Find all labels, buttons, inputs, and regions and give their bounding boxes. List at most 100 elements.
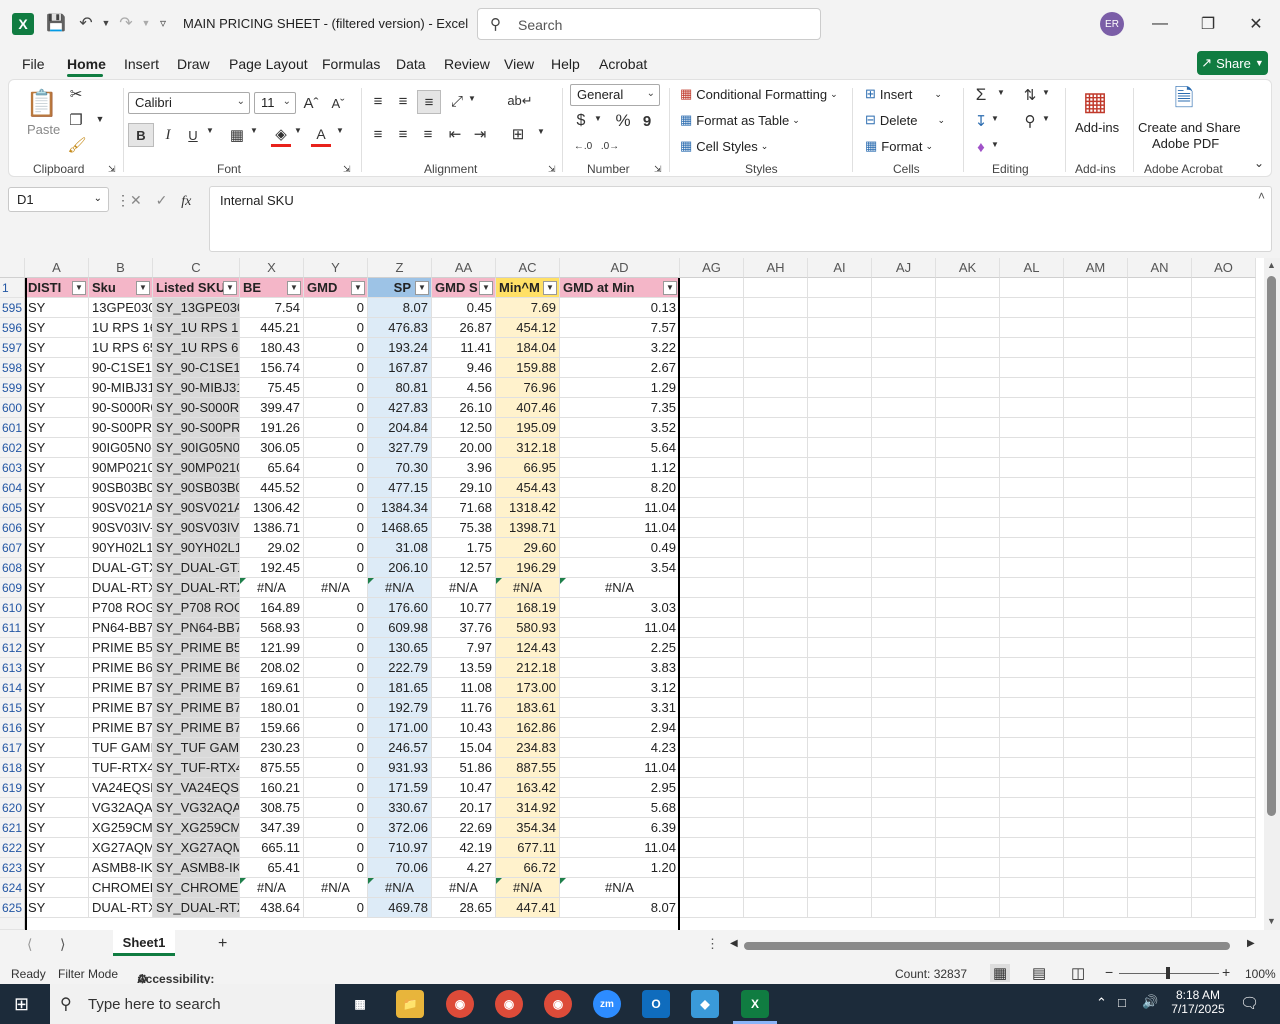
tab-insert[interactable]: Insert (124, 56, 159, 72)
empty-cell[interactable] (1000, 838, 1064, 858)
empty-cell[interactable] (744, 698, 808, 718)
empty-cell[interactable] (1000, 618, 1064, 638)
table-cell[interactable]: 8.07 (560, 898, 680, 918)
tab-draw[interactable]: Draw (177, 56, 210, 72)
empty-cell[interactable] (1000, 638, 1064, 658)
table-cell[interactable]: 8.20 (560, 478, 680, 498)
row-header[interactable]: 600 (0, 398, 25, 418)
empty-cell[interactable] (808, 538, 872, 558)
empty-cell[interactable] (872, 678, 936, 698)
empty-cell[interactable] (1128, 478, 1192, 498)
empty-cell[interactable] (1192, 458, 1256, 478)
empty-cell[interactable] (680, 438, 744, 458)
underline-button[interactable]: U (183, 123, 203, 147)
empty-cell[interactable] (680, 318, 744, 338)
row-header[interactable]: 612 (0, 638, 25, 658)
empty-cell[interactable] (680, 418, 744, 438)
table-cell[interactable]: 0 (304, 718, 368, 738)
scroll-up-icon[interactable]: ▲ (1267, 260, 1276, 270)
empty-cell[interactable] (1064, 458, 1128, 478)
table-cell[interactable]: 469.78 (368, 898, 432, 918)
empty-cell[interactable] (1000, 378, 1064, 398)
empty-cell[interactable] (872, 458, 936, 478)
borders-dropdown-icon[interactable]: ▼ (249, 126, 259, 135)
table-cell[interactable]: SY_XG259CM (153, 818, 240, 838)
empty-cell[interactable] (680, 858, 744, 878)
page-break-view-icon[interactable]: ◫ (1071, 964, 1085, 982)
table-cell[interactable]: 354.34 (496, 818, 560, 838)
empty-cell[interactable] (1192, 358, 1256, 378)
table-cell[interactable]: SY (25, 618, 89, 638)
empty-cell[interactable] (680, 798, 744, 818)
row-header[interactable]: 622 (0, 838, 25, 858)
table-cell[interactable]: 28.65 (432, 898, 496, 918)
table-cell[interactable]: 10.77 (432, 598, 496, 618)
align-middle-icon[interactable]: ≡ (392, 90, 414, 112)
empty-cell[interactable] (936, 458, 1000, 478)
table-cell[interactable]: 191.26 (240, 418, 304, 438)
empty-cell[interactable] (1000, 598, 1064, 618)
comma-style-icon[interactable]: 9 (639, 110, 655, 132)
addins-button[interactable]: Add-ins (1075, 120, 1119, 135)
empty-cell[interactable] (744, 638, 808, 658)
tab-home[interactable]: Home (67, 56, 106, 72)
empty-cell[interactable] (1192, 298, 1256, 318)
empty-cell[interactable] (1192, 718, 1256, 738)
table-cell[interactable]: SY (25, 638, 89, 658)
row-header[interactable]: 1 (0, 278, 25, 298)
header-cell[interactable]: GMD at Min (560, 278, 680, 298)
empty-cell[interactable] (744, 538, 808, 558)
empty-cell[interactable] (808, 778, 872, 798)
table-cell[interactable]: 0.49 (560, 538, 680, 558)
empty-cell[interactable] (1192, 838, 1256, 858)
empty-cell[interactable] (744, 798, 808, 818)
empty-cell[interactable] (808, 558, 872, 578)
empty-cell[interactable] (1128, 598, 1192, 618)
empty-cell[interactable] (936, 658, 1000, 678)
table-cell[interactable]: 0 (304, 358, 368, 378)
filter-dropdown-icon[interactable]: ▼ (479, 281, 493, 295)
empty-cell[interactable] (1128, 438, 1192, 458)
empty-cell[interactable] (1000, 318, 1064, 338)
empty-cell[interactable] (1192, 758, 1256, 778)
empty-cell[interactable] (808, 298, 872, 318)
table-cell[interactable]: 454.12 (496, 318, 560, 338)
empty-cell[interactable] (872, 538, 936, 558)
empty-cell[interactable] (936, 618, 1000, 638)
table-cell[interactable]: SY_TUF GAMI (153, 738, 240, 758)
column-header[interactable]: A (25, 258, 89, 278)
empty-cell[interactable] (1064, 598, 1128, 618)
close-icon[interactable]: ✕ (1244, 12, 1268, 36)
empty-cell[interactable] (936, 678, 1000, 698)
empty-cell[interactable] (1128, 518, 1192, 538)
empty-cell[interactable] (872, 298, 936, 318)
empty-cell[interactable] (808, 798, 872, 818)
table-cell[interactable]: SY_CHROMEB (153, 878, 240, 898)
empty-cell[interactable] (808, 618, 872, 638)
empty-cell[interactable] (936, 518, 1000, 538)
empty-cell[interactable] (1128, 798, 1192, 818)
table-cell[interactable]: SY (25, 418, 89, 438)
empty-cell[interactable] (1128, 638, 1192, 658)
empty-cell[interactable] (1064, 658, 1128, 678)
row-header[interactable]: 621 (0, 818, 25, 838)
table-cell[interactable]: SY (25, 458, 89, 478)
table-cell[interactable]: SY (25, 878, 89, 898)
column-header[interactable]: AH (744, 258, 808, 278)
table-cell[interactable]: XG259CM (89, 818, 153, 838)
currency-dropdown-icon[interactable]: ▼ (593, 114, 603, 123)
table-cell[interactable]: 180.43 (240, 338, 304, 358)
font-color-icon[interactable]: A (311, 123, 331, 147)
empty-cell[interactable] (936, 778, 1000, 798)
empty-cell[interactable] (1192, 738, 1256, 758)
column-header[interactable]: AD (560, 258, 680, 278)
empty-cell[interactable] (872, 618, 936, 638)
row-header[interactable]: 601 (0, 418, 25, 438)
empty-cell[interactable] (1064, 718, 1128, 738)
name-box[interactable]: D1 ⌄ (8, 187, 109, 212)
empty-cell[interactable] (744, 818, 808, 838)
table-cell[interactable]: 427.83 (368, 398, 432, 418)
table-cell[interactable]: #N/A (432, 578, 496, 598)
table-cell[interactable]: SY_1U RPS 65 (153, 338, 240, 358)
table-cell[interactable]: SY (25, 758, 89, 778)
